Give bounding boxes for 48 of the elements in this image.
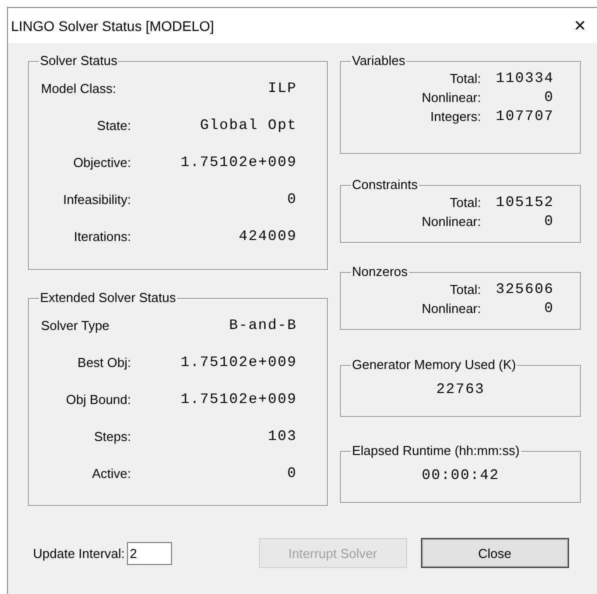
field-label: Nonlinear: — [420, 301, 482, 316]
field-label: Total: — [448, 71, 482, 86]
field-label: Objective: — [72, 155, 131, 170]
field-label: Solver Type — [41, 318, 110, 333]
field-label: Obj Bound: — [64, 392, 131, 407]
field-value: B-and-B — [228, 318, 297, 334]
group-title: Generator Memory Used (K) — [351, 358, 517, 372]
field-value: 0 — [286, 192, 297, 208]
field-value: 1.75102e+009 — [180, 154, 297, 170]
group-title: Extended Solver Status — [39, 291, 177, 305]
field-label: Best Obj: — [76, 355, 131, 370]
field-label: Steps: — [93, 429, 131, 444]
field-value: 0 — [543, 90, 554, 106]
field-label: Model Class: — [41, 81, 118, 96]
field-label: Nonlinear: — [420, 214, 482, 229]
field-value: ILP — [266, 80, 297, 96]
field-value: 0 — [286, 466, 297, 482]
field-value: 424009 — [238, 228, 297, 244]
field-value: 103 — [266, 428, 297, 444]
close-icon[interactable]: × — [560, 16, 597, 36]
field-label: Total: — [448, 282, 482, 297]
group-title: Variables — [351, 54, 406, 68]
field-label: Integers: — [429, 109, 482, 124]
field-label: Total: — [448, 195, 482, 210]
group-title: Constraints — [351, 178, 419, 192]
field-value: 1.75102e+009 — [180, 392, 297, 408]
group-title: Elapsed Runtime (hh:mm:ss) — [351, 444, 521, 458]
field-value: 325606 — [494, 282, 554, 298]
field-value: 105152 — [494, 194, 554, 210]
group-title: Solver Status — [39, 54, 118, 68]
field-value: 107707 — [494, 108, 554, 124]
field-label: Update Interval: — [33, 546, 125, 560]
field-label: State: — [96, 118, 131, 133]
field-label: Iterations: — [72, 229, 131, 244]
field-value: 0 — [543, 214, 554, 230]
field-value: 1.75102e+009 — [180, 354, 297, 370]
field-value: 0 — [543, 300, 554, 316]
field-value: Global Opt — [198, 118, 297, 134]
field-label: Active: — [90, 466, 131, 481]
close-button[interactable]: Close — [420, 538, 569, 568]
window-title: LINGO Solver Status [MODELO] — [11, 18, 214, 34]
field-label: Nonlinear: — [420, 90, 482, 105]
field-value: 22763 — [436, 382, 485, 398]
field-label: Infeasibility: — [62, 192, 131, 207]
update-interval-field[interactable]: 2 — [126, 542, 172, 564]
group-title: Nonzeros — [351, 265, 409, 279]
field-value: 00:00:42 — [422, 468, 500, 484]
field-value: 110334 — [494, 70, 554, 86]
